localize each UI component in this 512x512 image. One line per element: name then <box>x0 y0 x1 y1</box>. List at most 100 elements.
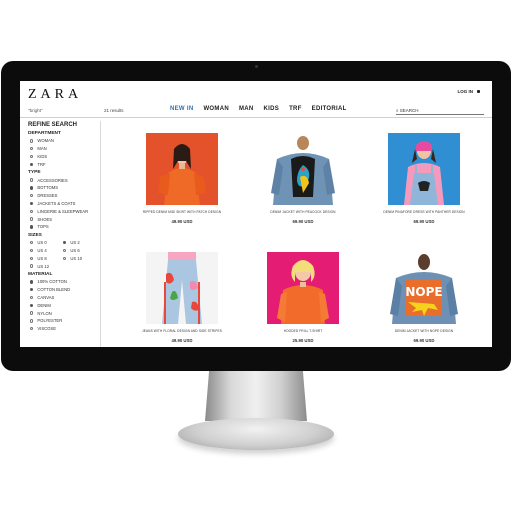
radio-icon[interactable] <box>30 280 34 284</box>
filter-option[interactable]: TRF <box>28 160 100 168</box>
filter-option[interactable]: US 10 <box>61 254 94 262</box>
nav-kids[interactable]: KIDS <box>264 106 280 112</box>
filter-option[interactable]: JACKETS & COATS <box>28 200 100 208</box>
product-image[interactable] <box>146 252 218 324</box>
product-card[interactable]: NOPE DENIM JACKET WITH NOPE DESIGN 69.90… <box>374 252 474 343</box>
radio-icon[interactable] <box>30 147 34 151</box>
filter-label: POLYESTER <box>37 318 63 324</box>
product-card[interactable]: RIPPED DENIM MIDI SKIRT WITH PATCH DESIG… <box>132 133 232 224</box>
filter-option[interactable]: ACCESSORIES <box>28 176 100 184</box>
filter-label: US 0 <box>37 240 47 246</box>
filter-option[interactable]: DENIM <box>28 301 100 309</box>
filter-option[interactable]: US 8 <box>28 254 61 262</box>
filter-option[interactable]: VISCOSE <box>28 325 100 333</box>
radio-icon[interactable] <box>30 162 34 166</box>
nav-man[interactable]: MAN <box>239 106 254 112</box>
filter-option[interactable]: TOPS <box>28 223 100 231</box>
product-image[interactable] <box>267 133 339 205</box>
filter-material-title: MATERIAL <box>28 271 53 277</box>
refine-sidebar: REFINE SEARCH DEPARTMENT WOMAN MAN KIDS … <box>28 122 100 333</box>
radio-icon[interactable] <box>63 256 67 260</box>
product-image[interactable] <box>388 133 460 205</box>
filter-option[interactable]: MAN <box>28 145 100 153</box>
product-image[interactable] <box>267 252 339 324</box>
radio-icon[interactable] <box>30 264 34 268</box>
nav-woman[interactable]: WOMAN <box>203 106 229 112</box>
filter-label: NYLON <box>37 310 52 316</box>
radio-icon[interactable] <box>30 225 34 229</box>
filter-label: DENIM <box>37 302 51 308</box>
radio-icon[interactable] <box>30 240 34 245</box>
radio-icon[interactable] <box>63 240 67 245</box>
filter-option[interactable]: BOTTOMS <box>28 184 100 192</box>
filter-label: SHOES <box>37 216 53 222</box>
filter-type-title: TYPE <box>28 170 41 176</box>
nope-jacket-text: NOPE <box>405 285 442 299</box>
filter-option[interactable]: COTTON BLEND <box>28 286 100 294</box>
filter-option[interactable]: POLYESTER <box>28 317 100 325</box>
filter-option[interactable]: 100% COTTON <box>28 278 100 286</box>
product-image[interactable]: NOPE <box>388 252 460 324</box>
filter-department-title: DEPARTMENT <box>28 131 61 136</box>
refine-title: REFINE SEARCH <box>28 122 78 128</box>
size-grid: US 0 US 2 US 4 US 6 US 8 US 10 US 12 <box>28 239 100 270</box>
search-term: "bright" <box>28 108 43 113</box>
filter-option[interactable]: US 12 <box>28 262 61 270</box>
filter-option[interactable]: DRESSES <box>28 192 100 200</box>
webcam-dot <box>255 65 258 68</box>
product-name[interactable]: DENIM JACKET WITH NOPE DESIGN <box>374 329 474 333</box>
product-name[interactable]: RIPPED DENIM MIDI SKIRT WITH PATCH DESIG… <box>132 210 232 214</box>
filter-option[interactable]: US 2 <box>61 239 94 247</box>
radio-icon[interactable] <box>30 193 34 198</box>
radio-icon[interactable] <box>30 209 34 213</box>
nav-trf[interactable]: TRF <box>289 106 302 112</box>
product-card[interactable]: JEANS WITH FLORAL DESIGN AND SIDE STRIPE… <box>132 252 232 343</box>
filter-label: DRESSES <box>37 193 58 199</box>
filter-option[interactable]: CANVAS <box>28 294 100 302</box>
product-name[interactable]: DENIM PINAFORE DRESS WITH PANTHER DESIGN <box>374 210 474 214</box>
brand-logo[interactable]: ZARA <box>28 87 82 103</box>
product-price: 25.90 USD <box>292 338 314 343</box>
product-card[interactable]: HOODED FRILL T-SHIRT 25.90 USD <box>253 252 353 343</box>
filter-option[interactable]: US 6 <box>61 247 94 255</box>
radio-icon[interactable] <box>30 201 34 206</box>
radio-icon[interactable] <box>30 326 34 331</box>
radio-icon[interactable] <box>63 248 67 253</box>
filter-option[interactable]: LINGERIE & SLEEPWEAR <box>28 207 100 215</box>
radio-icon[interactable] <box>30 248 34 253</box>
product-name[interactable]: DENIM JACKET WITH PEACOCK DESIGN <box>253 210 353 214</box>
search-placeholder: SEARCH <box>399 108 419 113</box>
radio-icon[interactable] <box>30 287 34 292</box>
product-card[interactable]: DENIM JACKET WITH PEACOCK DESIGN 69.90 U… <box>253 133 353 224</box>
filter-option[interactable]: WOMAN <box>28 137 100 145</box>
product-name[interactable]: HOODED FRILL T-SHIRT <box>253 329 353 333</box>
radio-icon[interactable] <box>30 139 34 143</box>
filter-label: ACCESSORIES <box>37 177 68 183</box>
nav-new-in[interactable]: NEW IN <box>170 106 193 112</box>
filter-label: MAN <box>37 146 47 152</box>
radio-icon[interactable] <box>30 311 34 315</box>
radio-icon[interactable] <box>30 319 34 323</box>
radio-icon[interactable] <box>30 154 34 159</box>
nav-editorial[interactable]: EDITORIAL <box>312 106 347 112</box>
product-image[interactable] <box>146 133 218 205</box>
radio-icon[interactable] <box>30 186 34 190</box>
product-name[interactable]: JEANS WITH FLORAL DESIGN AND SIDE STRIPE… <box>132 329 232 333</box>
results-count: 21 results <box>104 108 124 113</box>
filter-option[interactable]: US 4 <box>28 247 61 255</box>
radio-icon[interactable] <box>30 178 34 182</box>
product-card[interactable]: DENIM PINAFORE DRESS WITH PANTHER DESIGN… <box>374 133 474 224</box>
filter-option[interactable]: NYLON <box>28 309 100 317</box>
filter-label: TOPS <box>37 224 49 230</box>
login-link[interactable]: LOG IN <box>458 89 480 94</box>
filter-label: COTTON BLEND <box>37 287 71 293</box>
search-input[interactable]: ⌕ SEARCH <box>396 108 484 115</box>
filter-option[interactable]: US 0 <box>28 239 61 247</box>
radio-icon[interactable] <box>30 217 34 221</box>
filter-option[interactable]: SHOES <box>28 215 100 223</box>
radio-icon[interactable] <box>30 303 34 307</box>
filter-option[interactable]: KIDS <box>28 153 100 161</box>
bag-icon[interactable] <box>477 90 480 94</box>
radio-icon[interactable] <box>30 295 34 300</box>
radio-icon[interactable] <box>30 256 34 260</box>
